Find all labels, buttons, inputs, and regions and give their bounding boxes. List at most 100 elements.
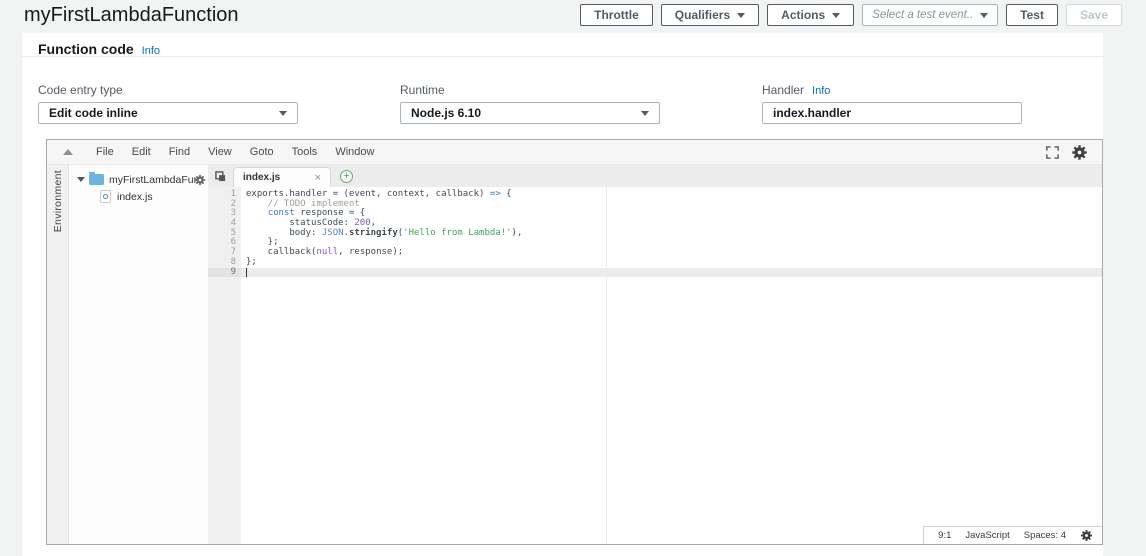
code-token: 'Hello from Lambda!' [403, 228, 511, 238]
runtime-select[interactable]: Node.js 6.10 [400, 102, 660, 124]
code-token: exports.handler = (event, context, callb… [246, 189, 490, 199]
header-actions: Throttle Qualifiers Actions Select a tes… [580, 4, 1122, 26]
handler-input-wrap [762, 102, 1022, 124]
code-token: ), [512, 228, 523, 238]
gutter-line-number[interactable]: 1 [208, 190, 241, 200]
menu-view[interactable]: View [199, 146, 241, 158]
page-header: myFirstLambdaFunction Throttle Qualifier… [0, 0, 1146, 33]
gutter-line-number[interactable]: 4 [208, 219, 241, 229]
indentation-setting[interactable]: Spaces: 4 [1024, 530, 1066, 541]
actions-button[interactable]: Actions [767, 4, 854, 26]
handler-input[interactable] [773, 106, 1011, 120]
editor-menubar: File Edit Find View Goto Tools Window [47, 140, 1102, 165]
tree-file-row[interactable]: index.js [69, 188, 214, 205]
actions-button-label: Actions [781, 8, 825, 22]
code-token: => [490, 189, 501, 199]
chevron-down-icon [980, 13, 988, 18]
code-line[interactable] [241, 268, 1102, 278]
code-entry-type-select[interactable]: Edit code inline [38, 102, 298, 124]
chevron-down-icon [279, 111, 287, 116]
code-entry-type-field: Code entry type Edit code inline [38, 83, 298, 124]
code-token: callback( [246, 247, 316, 257]
throttle-button-label: Throttle [594, 8, 639, 22]
handler-label: Handler [762, 83, 804, 97]
environment-tab[interactable]: Environment [52, 170, 64, 232]
code-token: const [268, 208, 295, 218]
gutter-line-number[interactable]: 3 [208, 209, 241, 219]
code-token: JSON [322, 228, 344, 238]
code-token: { [501, 189, 512, 199]
code-line[interactable]: exports.handler = (event, context, callb… [241, 190, 1102, 200]
gutter-line-number[interactable]: 7 [208, 248, 241, 258]
handler-info-link[interactable]: Info [812, 85, 830, 97]
test-event-select[interactable]: Select a test event.. [862, 4, 998, 26]
code-line[interactable]: }; [241, 258, 1102, 268]
test-button-label: Test [1020, 8, 1044, 22]
chevron-down-icon [737, 13, 745, 18]
menu-file[interactable]: File [87, 146, 123, 158]
page-title: myFirstLambdaFunction [24, 4, 239, 27]
fullscreen-icon[interactable] [1045, 145, 1060, 160]
code-token [246, 208, 268, 218]
runtime-label: Runtime [400, 83, 660, 97]
editor-main: index.js × + 123456789 exports.handler =… [208, 165, 1102, 544]
menu-find[interactable]: Find [160, 146, 199, 158]
runtime-value: Node.js 6.10 [411, 106, 481, 120]
cursor-position[interactable]: 9:1 [938, 530, 951, 541]
gutter-line-number[interactable]: 6 [208, 238, 241, 248]
menu-edit[interactable]: Edit [123, 146, 160, 158]
language-mode[interactable]: JavaScript [965, 530, 1009, 541]
gutter: 123456789 [208, 187, 241, 544]
environment-tab-strip: Environment [47, 165, 69, 544]
editor-settings-gear-icon[interactable] [1071, 144, 1088, 161]
runtime-field: Runtime Node.js 6.10 [400, 83, 660, 124]
code-token: 200 [354, 218, 370, 228]
gutter-line-number[interactable]: 8 [208, 258, 241, 268]
folder-settings-gear-icon[interactable] [194, 174, 206, 186]
new-tab-plus-icon[interactable]: + [340, 170, 353, 183]
panel-title: Function code [38, 41, 134, 57]
qualifiers-button[interactable]: Qualifiers [661, 4, 759, 26]
code-area: 123456789 exports.handler = (event, cont… [208, 187, 1102, 544]
code-token: response = { [295, 208, 365, 218]
gutter-line-number[interactable]: 9 [208, 268, 241, 278]
code-token: statusCode: [246, 218, 354, 228]
test-button[interactable]: Test [1006, 4, 1058, 26]
function-code-panel: Function code Info Code entry type Edit … [21, 33, 1103, 556]
editor-status-bar: 9:1 JavaScript Spaces: 4 [923, 526, 1102, 544]
code-line[interactable]: body: JSON.stringify('Hello from Lambda!… [241, 229, 1102, 239]
code-line[interactable]: // TODO implement [241, 200, 1102, 210]
code-token: , response); [338, 247, 403, 257]
menu-tools[interactable]: Tools [283, 146, 327, 158]
test-event-placeholder: Select a test event.. [872, 9, 973, 21]
gutter-line-number[interactable]: 5 [208, 229, 241, 239]
save-button-label: Save [1080, 8, 1108, 22]
code-token: body: [246, 228, 322, 238]
code-token: }; [246, 237, 279, 247]
tree-folder-row[interactable]: myFirstLambdaFunction [69, 171, 214, 188]
menu-window[interactable]: Window [326, 146, 383, 158]
code-editor: File Edit Find View Goto Tools Window [46, 139, 1103, 545]
code-line[interactable]: callback(null, response); [241, 248, 1102, 258]
code-lines[interactable]: exports.handler = (event, context, callb… [241, 187, 1102, 544]
chevron-down-icon [641, 111, 649, 116]
tree-folder-name: myFirstLambdaFunction [109, 174, 197, 186]
qualifiers-button-label: Qualifiers [675, 8, 730, 22]
tab-index-js[interactable]: index.js × [233, 167, 331, 187]
tree-expand-caret-icon[interactable] [77, 177, 85, 182]
menubar-right [1045, 144, 1092, 161]
throttle-button[interactable]: Throttle [580, 4, 653, 26]
menu-goto[interactable]: Goto [241, 146, 283, 158]
tab-close-icon[interactable]: × [315, 172, 321, 184]
statusbar-gear-icon[interactable] [1080, 529, 1093, 542]
save-button[interactable]: Save [1066, 4, 1122, 26]
code-entry-type-label: Code entry type [38, 83, 298, 97]
tree-file-name: index.js [117, 191, 153, 203]
tab-list-icon[interactable] [215, 171, 226, 182]
function-code-info-link[interactable]: Info [142, 45, 160, 57]
collapse-editor-icon[interactable] [63, 149, 73, 155]
code-token: // TODO implement [246, 199, 360, 209]
gutter-line-number[interactable]: 2 [208, 200, 241, 210]
chevron-down-icon [832, 13, 840, 18]
handler-field: Handler Info [762, 83, 1022, 124]
